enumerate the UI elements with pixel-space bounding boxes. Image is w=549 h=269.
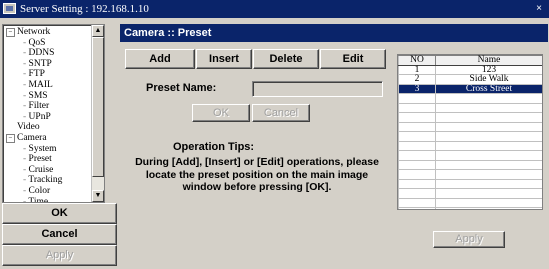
tree-item-preset[interactable]: Preset	[6, 154, 62, 165]
scroll-down-arrow-icon[interactable]: ▼	[92, 190, 104, 202]
tree-item-ddns[interactable]: DDNS	[6, 48, 62, 59]
app-icon	[3, 3, 16, 14]
tree-item-filter[interactable]: Filter	[6, 101, 62, 112]
scroll-thumb[interactable]	[92, 37, 104, 177]
tips-title: Operation Tips:	[173, 141, 255, 153]
table-header-row: NO Name	[398, 55, 542, 66]
tree-item-video[interactable]: Video	[6, 122, 62, 133]
table-row-empty[interactable]	[398, 140, 542, 151]
table-row-empty[interactable]	[398, 150, 542, 161]
preset-name-cell: Side Walk	[435, 74, 542, 85]
tree-item-sntp[interactable]: SNTP	[6, 59, 62, 70]
tree-item-sms[interactable]: SMS	[6, 91, 62, 102]
tips-text: During [Add], [Insert] or [Edit] operati…	[135, 156, 379, 193]
tree-item-label: Color	[28, 185, 51, 196]
tree-item-qos[interactable]: QoS	[6, 38, 62, 49]
preset-no-cell: 2	[398, 74, 436, 85]
apply-button[interactable]: Apply	[2, 245, 117, 266]
table-row-empty[interactable]	[398, 188, 542, 199]
table-row-empty[interactable]	[398, 169, 542, 180]
table-row-empty[interactable]	[398, 112, 542, 123]
tree-item-cruise[interactable]: Cruise	[6, 165, 62, 176]
insert-button[interactable]: Insert	[196, 49, 252, 69]
tree-item-label: Tracking	[28, 175, 63, 186]
tree-item-tracking[interactable]: Tracking	[6, 175, 62, 186]
tree-list: −NetworkQoSDDNSSNTPFTPMAILSMSFilterUPnPV…	[6, 27, 62, 202]
tree-item-label: UPnP	[28, 111, 51, 122]
collapse-icon[interactable]: −	[6, 28, 15, 37]
column-header-name[interactable]: Name	[435, 55, 542, 66]
delete-button[interactable]: Delete	[253, 49, 319, 69]
table-row[interactable]: 2 Side Walk	[398, 74, 542, 85]
window-titlebar: Server Setting : 192.168.1.10 ×	[0, 0, 549, 18]
add-button[interactable]: Add	[125, 49, 195, 69]
tree-item-label: MAIL	[28, 79, 53, 90]
table-row-empty[interactable]	[398, 159, 542, 170]
tree-item-label: Cruise	[28, 164, 54, 175]
tree-item-color[interactable]: Color	[6, 186, 62, 197]
tree-item-label: System	[28, 143, 57, 154]
window-title: Server Setting : 192.168.1.10	[20, 3, 149, 15]
tree-item-mail[interactable]: MAIL	[6, 80, 62, 91]
tree-item-network[interactable]: − Network	[6, 27, 62, 38]
tree-item-system[interactable]: System	[6, 144, 62, 155]
table-row-empty[interactable]	[398, 131, 542, 142]
tree-item-label: Video	[17, 122, 40, 133]
preset-name-cell: Cross Street	[435, 83, 542, 94]
tree-item-label: SMS	[28, 90, 48, 101]
close-icon[interactable]: ×	[532, 2, 546, 15]
preset-no-cell: 3	[398, 83, 436, 94]
preset-cancel-button[interactable]: Cancel	[252, 104, 310, 122]
collapse-icon[interactable]: −	[6, 133, 15, 143]
tree-scrollbar[interactable]: ▲ ▼	[91, 25, 104, 202]
tree-item-label: SNTP	[28, 58, 52, 69]
table-row-empty[interactable]	[398, 102, 542, 113]
cancel-button[interactable]: Cancel	[2, 224, 117, 245]
table-row-empty[interactable]	[398, 207, 542, 209]
edit-button[interactable]: Edit	[320, 49, 386, 69]
tree-item-camera[interactable]: − Camera	[6, 133, 62, 144]
preset-apply-button[interactable]: Apply	[433, 231, 505, 248]
column-header-no[interactable]: NO	[398, 55, 436, 66]
table-row[interactable]: 3 Cross Street	[398, 83, 542, 94]
table-row-empty[interactable]	[398, 121, 542, 132]
preset-name-input[interactable]	[252, 81, 383, 97]
table-row-empty[interactable]	[398, 93, 542, 104]
table-row-empty[interactable]	[398, 197, 542, 208]
tree-item-label: Camera	[17, 132, 47, 143]
tree-item-ftp[interactable]: FTP	[6, 69, 62, 80]
scroll-up-arrow-icon[interactable]: ▲	[92, 25, 104, 37]
tree-item-label: Preset	[28, 154, 52, 165]
preset-table: NO Name 1 123 2 Side Walk 3 Cross Street	[398, 55, 542, 209]
tree-item-label: Filter	[28, 101, 50, 112]
section-header: Camera :: Preset	[120, 24, 548, 42]
preset-table-body: 1 123 2 Side Walk 3 Cross Street	[398, 64, 542, 209]
tree-item-label: DDNS	[28, 48, 55, 59]
table-row-empty[interactable]	[398, 178, 542, 189]
preset-list[interactable]: NO Name 1 123 2 Side Walk 3 Cross Street	[397, 54, 543, 210]
preset-ok-button[interactable]: OK	[192, 104, 250, 122]
tree-item-upnp[interactable]: UPnP	[6, 112, 62, 123]
tree-item-label: QoS	[28, 37, 46, 48]
settings-tree[interactable]: −NetworkQoSDDNSSNTPFTPMAILSMSFilterUPnPV…	[2, 24, 105, 203]
preset-name-label: Preset Name:	[146, 82, 217, 94]
tree-item-label: Network	[17, 27, 51, 37]
ok-button[interactable]: OK	[2, 203, 117, 224]
tree-item-label: FTP	[28, 69, 45, 80]
